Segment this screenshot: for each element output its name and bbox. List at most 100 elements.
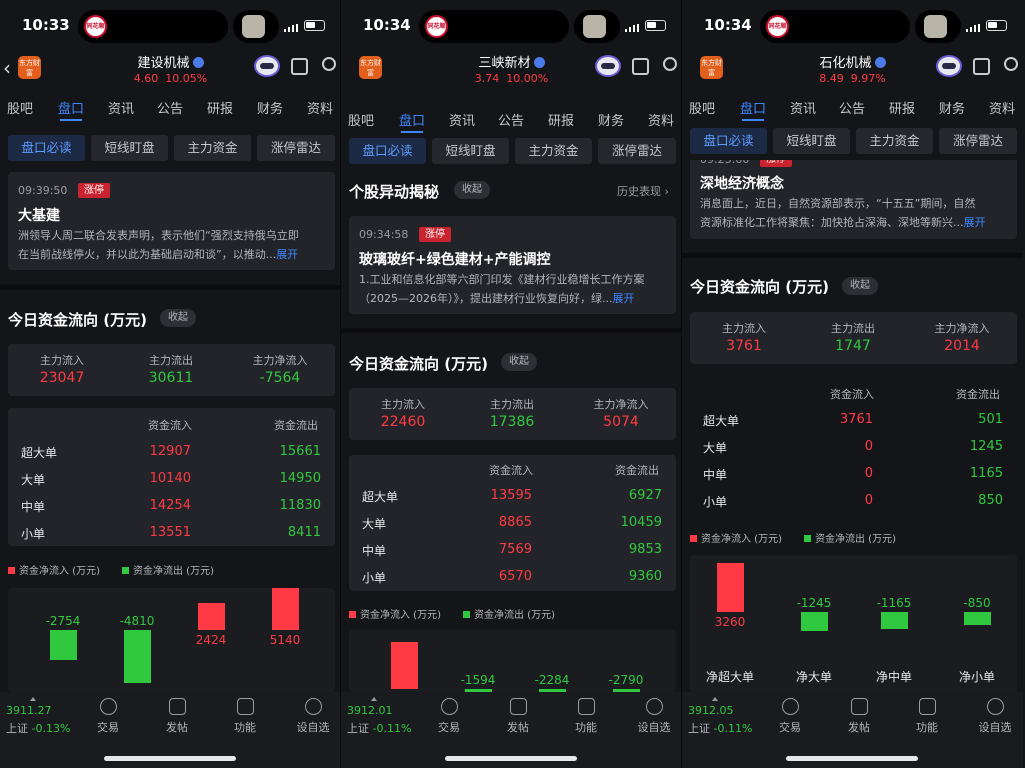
history-link[interactable]: 历史表现 ›: [617, 183, 669, 199]
tab-pankou[interactable]: 盘口: [58, 98, 84, 117]
edit-icon: [509, 698, 527, 715]
tab-announcement[interactable]: 公告: [839, 98, 865, 117]
chart-category-1: 净超大单: [705, 670, 754, 684]
chart-bar-2: [124, 630, 151, 683]
flow-summary: 主力流入 主力流出 主力净流入 3761 1747 2014: [690, 312, 1017, 364]
tab-guba[interactable]: 股吧: [7, 98, 33, 117]
tab-pankou[interactable]: 盘口: [740, 98, 766, 117]
home-indicator: [445, 756, 577, 761]
collapse-button[interactable]: 收起: [160, 309, 196, 327]
share-icon[interactable]: [291, 58, 308, 75]
flow-title: 今日资金流向 (万元): [8, 311, 147, 329]
tab-profile[interactable]: 资料: [648, 110, 674, 129]
collapse-button[interactable]: 收起: [501, 353, 537, 371]
nav-post[interactable]: 发帖: [152, 698, 202, 735]
chart-category-3: 净中单: [875, 670, 912, 684]
nav-post[interactable]: 发帖: [493, 698, 543, 735]
index-value[interactable]: 3911.27: [6, 704, 52, 717]
stock-name: 石化机械: [682, 52, 1023, 71]
row-m-label: 中单: [362, 544, 387, 558]
subtab-main-fund[interactable]: 主力资金: [856, 128, 933, 154]
main-tabs: 股吧 盘口 资讯 公告 研报 财务 资料: [682, 92, 1023, 122]
subtab-short-watch[interactable]: 短线盯盘: [91, 135, 168, 161]
search-icon[interactable]: [663, 57, 677, 71]
share-icon[interactable]: [973, 58, 990, 75]
subtab-must-read[interactable]: 盘口必读: [8, 135, 85, 161]
subtab-main-fund[interactable]: 主力资金: [174, 135, 251, 161]
subtab-must-read[interactable]: 盘口必读: [349, 138, 426, 164]
tab-research[interactable]: 研报: [207, 98, 233, 117]
index-value[interactable]: 3912.01: [347, 704, 393, 717]
row-xl-out: 6927: [628, 488, 662, 503]
subtab-main-fund[interactable]: 主力资金: [515, 138, 592, 164]
island-avatar: [915, 10, 961, 43]
chart-bar-label-4: 5140: [269, 633, 301, 647]
nav-watchlist[interactable]: 设自选: [288, 698, 338, 735]
subtab-short-watch[interactable]: 短线盯盘: [432, 138, 509, 164]
share-icon[interactable]: [632, 58, 649, 75]
sub-tabs: 盘口必读 短线盯盘 主力资金 涨停雷达: [682, 126, 1023, 160]
verified-icon: [533, 57, 545, 68]
tab-announcement[interactable]: 公告: [498, 110, 524, 129]
tab-research[interactable]: 研报: [889, 98, 915, 117]
news-card[interactable]: 09:34:58 涨停 玻璃玻纤+绿色建材+产能调控 1.工业和信息化部等六部门…: [349, 216, 676, 314]
ai-assistant-icon[interactable]: [254, 55, 280, 77]
expand-link[interactable]: 展开: [612, 292, 634, 305]
ai-assistant-icon[interactable]: [936, 55, 962, 77]
main-in-label: 主力流入: [381, 398, 425, 411]
collapse-button[interactable]: 收起: [842, 277, 878, 295]
tab-guba[interactable]: 股吧: [348, 110, 374, 129]
nav-function[interactable]: 功能: [220, 698, 270, 735]
row-xl-label: 超大单: [703, 414, 740, 428]
main-net-label: 主力净流入: [593, 398, 649, 411]
net-flow-chart: 6668-1594-2284-2790: [349, 630, 676, 692]
chart-bar-label-4: -2790: [608, 673, 644, 687]
home-indicator: [786, 756, 918, 761]
nav-function[interactable]: 功能: [902, 698, 952, 735]
search-icon[interactable]: [1004, 57, 1018, 71]
nav-function[interactable]: 功能: [561, 698, 611, 735]
tab-news[interactable]: 资讯: [449, 110, 475, 129]
search-icon[interactable]: [322, 57, 336, 71]
tab-pankou[interactable]: 盘口: [399, 110, 425, 129]
nav-trade[interactable]: 交易: [83, 698, 133, 735]
tab-guba[interactable]: 股吧: [689, 98, 715, 117]
chart-bar-label-2: -4810: [119, 614, 155, 628]
verified-icon: [874, 57, 886, 68]
nav-watchlist[interactable]: 设自选: [629, 698, 679, 735]
tab-finance[interactable]: 财务: [598, 110, 624, 129]
flow-summary: 主力流入 主力流出 主力净流入 23047 30611 -7564: [8, 344, 335, 396]
subtab-limit-radar[interactable]: 涨停雷达: [598, 138, 676, 164]
news-card[interactable]: 09:39:50 涨停 大基建 洲领导人周二联合发表声明，表示他们“强烈支持俄乌…: [8, 172, 335, 270]
tab-news[interactable]: 资讯: [790, 98, 816, 117]
tab-profile[interactable]: 资料: [989, 98, 1015, 117]
subtab-limit-radar[interactable]: 涨停雷达: [939, 128, 1017, 154]
avatar-icon: [583, 15, 606, 38]
legend-outflow: 资金净流出 (万元): [122, 562, 214, 577]
tab-announcement[interactable]: 公告: [157, 98, 183, 117]
news-time: 09:34:58: [359, 228, 409, 241]
subtab-limit-radar[interactable]: 涨停雷达: [257, 135, 335, 161]
tab-finance[interactable]: 财务: [257, 98, 283, 117]
ai-assistant-icon[interactable]: [595, 55, 621, 77]
yuan-icon: [440, 698, 458, 715]
nav-trade[interactable]: 交易: [424, 698, 474, 735]
collapse-button[interactable]: 收起: [454, 181, 490, 199]
row-xl-out: 15661: [279, 444, 321, 459]
expand-link[interactable]: 展开: [964, 216, 986, 229]
expand-link[interactable]: 展开: [276, 248, 298, 261]
index-name: 上证 -0.11%: [347, 722, 412, 735]
nav-post[interactable]: 发帖: [834, 698, 884, 735]
index-value[interactable]: 3912.05: [688, 704, 734, 717]
island-app-icon: 同花顺: [766, 15, 789, 38]
subtab-short-watch[interactable]: 短线盯盘: [773, 128, 850, 154]
tab-news[interactable]: 资讯: [108, 98, 134, 117]
nav-trade[interactable]: 交易: [765, 698, 815, 735]
news-line-1: 1.工业和信息化部等六部门印发《建材行业稳增长工作方案: [359, 273, 645, 286]
tab-finance[interactable]: 财务: [939, 98, 965, 117]
news-title: 玻璃玻纤+绿色建材+产能调控: [359, 252, 551, 268]
subtab-must-read[interactable]: 盘口必读: [690, 128, 767, 154]
tab-research[interactable]: 研报: [548, 110, 574, 129]
nav-watchlist[interactable]: 设自选: [970, 698, 1020, 735]
tab-profile[interactable]: 资料: [307, 98, 333, 117]
